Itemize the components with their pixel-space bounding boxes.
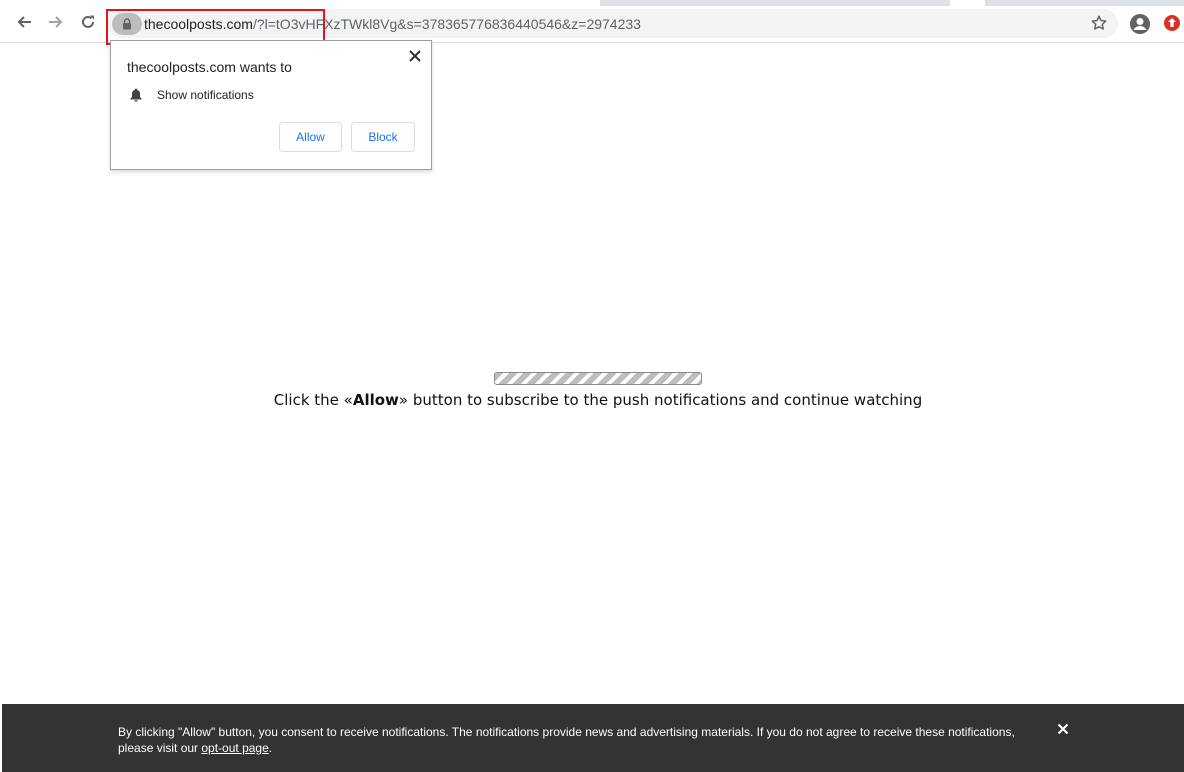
bookmark-star-icon[interactable] [1090,14,1108,32]
reload-icon [82,15,94,28]
subscribe-message: Click the «Allow» button to subscribe to… [0,391,1184,409]
extension-update-icon[interactable] [1163,14,1181,32]
consent-end: . [268,741,273,755]
popup-title: thecoolposts.com wants to [127,59,292,75]
message-allow-word: Allow [352,391,399,409]
profile-avatar-icon[interactable] [1129,13,1151,35]
forward-button[interactable] [44,10,68,34]
consent-text: By clicking "Allow" button, you consent … [118,724,1038,756]
message-before: Click the « [273,391,353,409]
close-icon[interactable] [408,49,422,63]
consent-bar: By clicking "Allow" button, you consent … [2,704,1184,772]
message-after: » button to subscribe to the push notifi… [398,391,923,409]
reload-button[interactable] [76,10,100,34]
loading-progress-bar [494,372,702,385]
browser-toolbar: thecoolposts.com/?l=tO3vHFXzTWkl8Vg&s=37… [0,0,1184,45]
forward-arrow-icon [49,16,63,28]
permission-label: Show notifications [157,87,254,102]
opt-out-link[interactable]: opt-out page [201,741,268,755]
back-button[interactable] [12,10,36,34]
block-button[interactable]: Block [351,122,415,152]
allow-button[interactable]: Allow [279,122,342,152]
permission-row: Show notifications [129,87,254,102]
back-arrow-icon [17,16,31,28]
notification-permission-popup: thecoolposts.com wants to Show notificat… [110,40,432,170]
bell-icon [130,88,142,102]
tab-strip [600,0,950,6]
tab-strip-2 [985,0,1184,6]
consent-close-icon[interactable] [1057,723,1069,735]
